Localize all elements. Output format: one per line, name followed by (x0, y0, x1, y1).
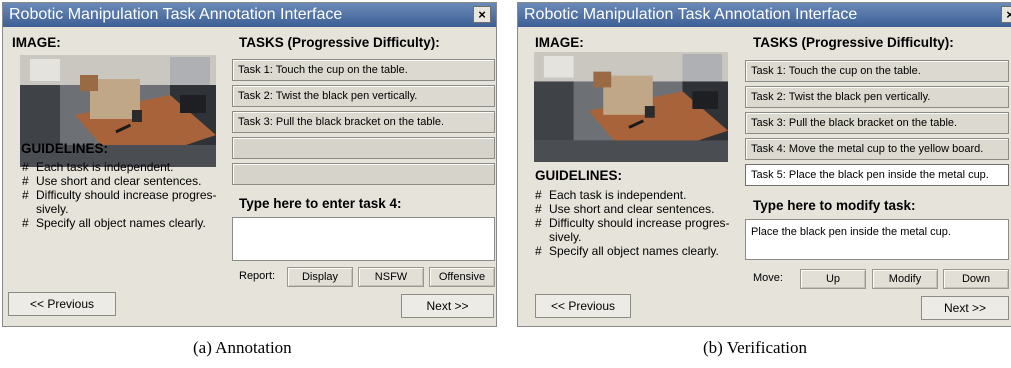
task-slot-1[interactable]: Task 1: Touch the cup on the table. (232, 59, 495, 81)
scene-image (534, 52, 728, 162)
caption-annotation: (a) Annotation (193, 338, 292, 357)
previous-button[interactable]: << Previous (8, 292, 116, 316)
image-heading: IMAGE: (12, 35, 61, 50)
report-offensive-button[interactable]: Offensive (429, 267, 495, 287)
task-slot-3[interactable]: Task 3: Pull the black bracket on the ta… (745, 112, 1009, 134)
tasks-heading: TASKS (Progressive Difficulty): (753, 35, 954, 50)
annotation-window: Robotic Manipulation Task Annotation Int… (2, 2, 497, 327)
previous-button[interactable]: << Previous (535, 294, 631, 318)
caption-verification: (b) Verification (703, 338, 808, 357)
guidelines-list: Each task is independent. Use short and … (22, 160, 222, 230)
task-slot-3[interactable]: Task 3: Pull the black bracket on the ta… (232, 111, 495, 133)
task-input[interactable] (232, 217, 495, 261)
move-label: Move: (753, 272, 783, 284)
window-title: Robotic Manipulation Task Annotation Int… (3, 3, 496, 27)
input-heading: Type here to enter task 4: (239, 196, 402, 211)
task-slot-2[interactable]: Task 2: Twist the black pen vertically. (745, 86, 1009, 108)
modify-button[interactable]: Modify (872, 269, 938, 289)
task-slot-1[interactable]: Task 1: Touch the cup on the table. (745, 60, 1009, 82)
input-heading: Type here to modify task: (753, 198, 916, 213)
close-button[interactable]: × (1001, 6, 1011, 23)
report-nsfw-button[interactable]: NSFW (358, 267, 424, 287)
guideline-item: Specify all object names clearly. (535, 244, 750, 258)
next-button[interactable]: Next >> (921, 296, 1009, 320)
move-down-button[interactable]: Down (943, 269, 1009, 289)
guideline-item: Difficulty should increase progres- sive… (535, 216, 750, 244)
guideline-item: Use short and clear sentences. (535, 202, 750, 216)
guideline-item: Difficulty should increase progres- sive… (22, 188, 222, 216)
guidelines-heading: GUIDELINES: (535, 168, 623, 183)
guideline-item: Use short and clear sentences. (22, 174, 222, 188)
task-input[interactable]: Place the black pen inside the metal cup… (745, 219, 1009, 260)
tasks-heading: TASKS (Progressive Difficulty): (239, 35, 440, 50)
report-label: Report: (239, 270, 276, 282)
window-title: Robotic Manipulation Task Annotation Int… (518, 3, 1011, 27)
close-button[interactable]: × (473, 6, 491, 23)
move-up-button[interactable]: Up (800, 269, 866, 289)
verification-window: Robotic Manipulation Task Annotation Int… (517, 2, 1011, 327)
task-slot-4[interactable] (232, 137, 495, 159)
image-heading: IMAGE: (535, 35, 584, 50)
task-slot-2[interactable]: Task 2: Twist the black pen vertically. (232, 85, 495, 107)
guidelines-heading: GUIDELINES: (21, 141, 109, 156)
guideline-item: Specify all object names clearly. (22, 216, 222, 230)
task-slot-5[interactable] (232, 163, 495, 185)
guidelines-list: Each task is independent. Use short and … (535, 188, 750, 258)
report-display-button[interactable]: Display (287, 267, 353, 287)
next-button[interactable]: Next >> (401, 294, 494, 318)
task-slot-5[interactable]: Task 5: Place the black pen inside the m… (745, 164, 1009, 186)
task-slot-4[interactable]: Task 4: Move the metal cup to the yellow… (745, 138, 1009, 160)
guideline-item: Each task is independent. (535, 188, 750, 202)
guideline-item: Each task is independent. (22, 160, 222, 174)
